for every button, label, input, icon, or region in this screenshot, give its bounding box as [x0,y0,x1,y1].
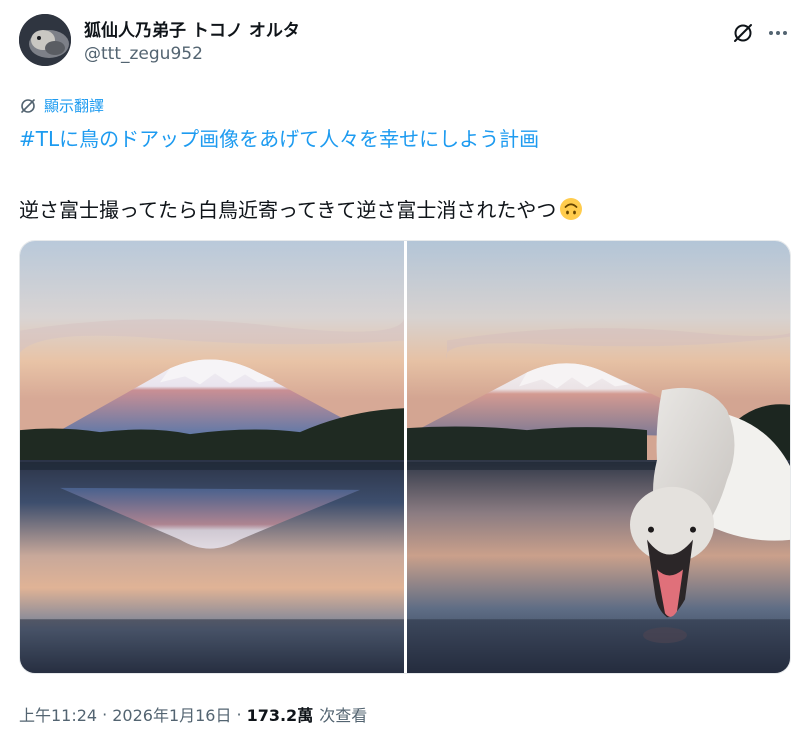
tweet-date[interactable]: 2026年1月16日 [112,702,231,726]
hashtag-link[interactable]: #TLに鳥のドアップ画像をあげて人々を幸せにしよう計画 [19,123,539,152]
more-button[interactable] [763,18,793,48]
tweet-metadata: 上午11:24 · 2026年1月16日 · 173.2萬 次查看 [19,702,367,726]
avatar[interactable] [19,14,71,66]
translate-label: 顯示翻譯 [44,97,105,115]
tweet-text: 逆さ富士撮ってたら白鳥近寄ってきて逆さ富士消されたやつ [19,194,583,223]
separator-dot: · [102,704,108,724]
photo-fuji-reflection[interactable] [20,241,404,673]
tweet-body: 逆さ富士撮ってたら白鳥近寄ってきて逆さ富士消されたやつ [19,198,557,222]
grok-button[interactable] [728,18,758,48]
photo-fuji-swan[interactable] [407,241,790,673]
grok-icon [734,24,752,42]
separator-dot: · [236,704,242,724]
globe-translate-icon [21,98,35,113]
views-label: 次查看 [319,706,368,725]
media-grid [19,240,791,674]
user-handle[interactable]: @ttt_zegu952 [84,44,203,64]
display-name[interactable]: 狐仙人乃弟子 トコノ オルタ [84,16,300,41]
more-icon [769,31,787,35]
tweet-time[interactable]: 上午11:24 [19,702,97,726]
views-count: 173.2萬 [246,706,314,725]
translate-link[interactable]: 顯示翻譯 [19,95,104,116]
upside-down-face-emoji [559,197,583,221]
